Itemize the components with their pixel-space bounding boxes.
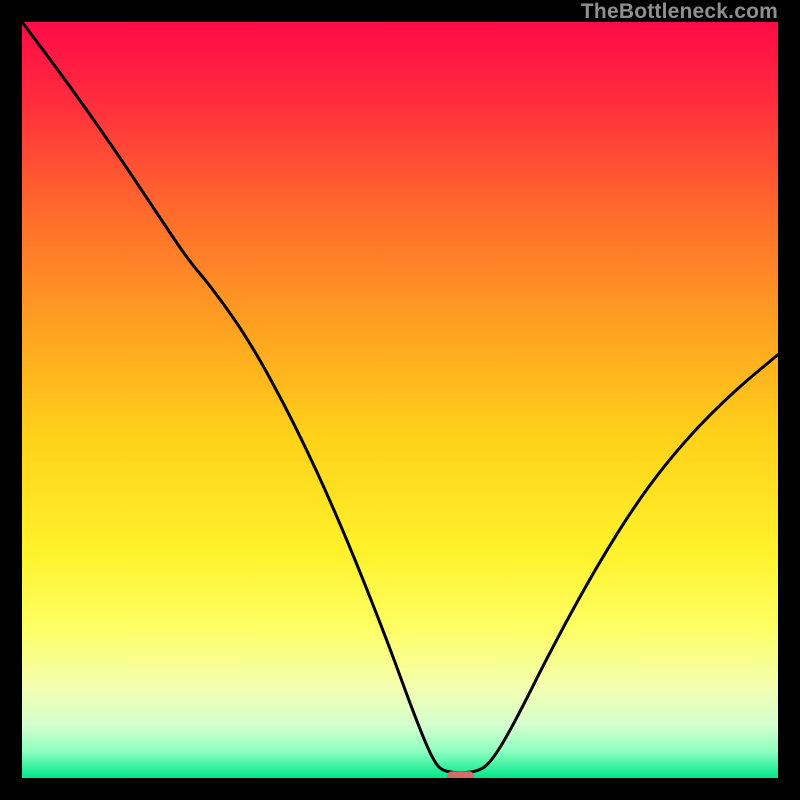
optimal-marker (447, 771, 474, 778)
gradient-backdrop (22, 22, 778, 778)
bottleneck-chart (22, 22, 778, 778)
watermark-label: TheBottleneck.com (581, 0, 778, 24)
chart-frame (22, 22, 778, 778)
